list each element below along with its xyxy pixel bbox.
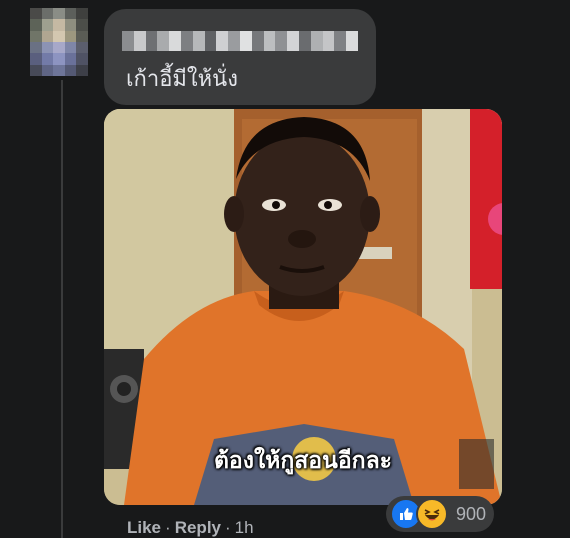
- reaction-count: 900: [456, 503, 487, 524]
- comment-actions: Like · Reply · 1h: [127, 518, 254, 538]
- comment-image[interactable]: ต้องให้กูสอนอีกละ: [104, 109, 502, 505]
- comment-thread: เก้าอี้มีให้นั่ง ต้องให้กูสอนอีกละ Like …: [0, 0, 570, 538]
- haha-reaction-icon: [416, 498, 448, 530]
- comment-bubble: เก้าอี้มีให้นั่ง: [104, 9, 376, 105]
- comment-timestamp[interactable]: 1h: [235, 518, 254, 537]
- like-button[interactable]: Like: [127, 518, 161, 537]
- separator: ·: [165, 518, 171, 537]
- separator: ·: [225, 518, 231, 537]
- reactions-summary[interactable]: 900: [386, 496, 495, 532]
- avatar[interactable]: [30, 8, 88, 76]
- author-name-blurred[interactable]: [122, 31, 358, 51]
- reply-button[interactable]: Reply: [175, 518, 221, 537]
- comment-text: เก้าอี้มีให้นั่ง: [126, 67, 238, 92]
- meme-caption: ต้องให้กูสอนอีกละ: [213, 448, 393, 474]
- thread-line: [61, 80, 63, 538]
